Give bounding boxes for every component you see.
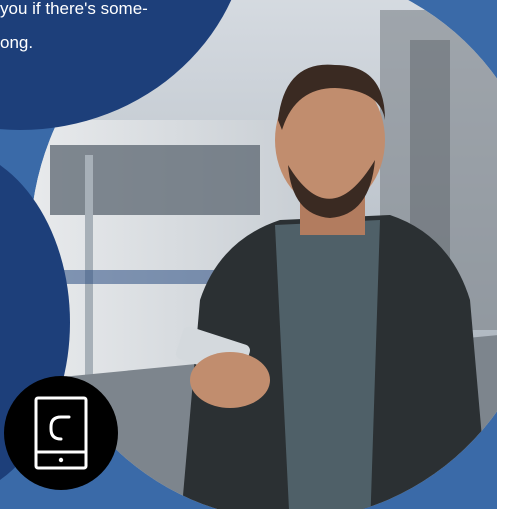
bubble-text: you if there's some- ong. <box>0 0 230 54</box>
mobile-phone-icon <box>34 396 88 470</box>
bubble-text-line-2: ong. <box>0 33 34 52</box>
right-edge-band <box>497 0 518 509</box>
promo-stage: you if there's some- ong. <box>0 0 518 509</box>
bubble-text-line-1: you if there's some- <box>0 0 148 18</box>
phone-badge <box>4 376 118 490</box>
